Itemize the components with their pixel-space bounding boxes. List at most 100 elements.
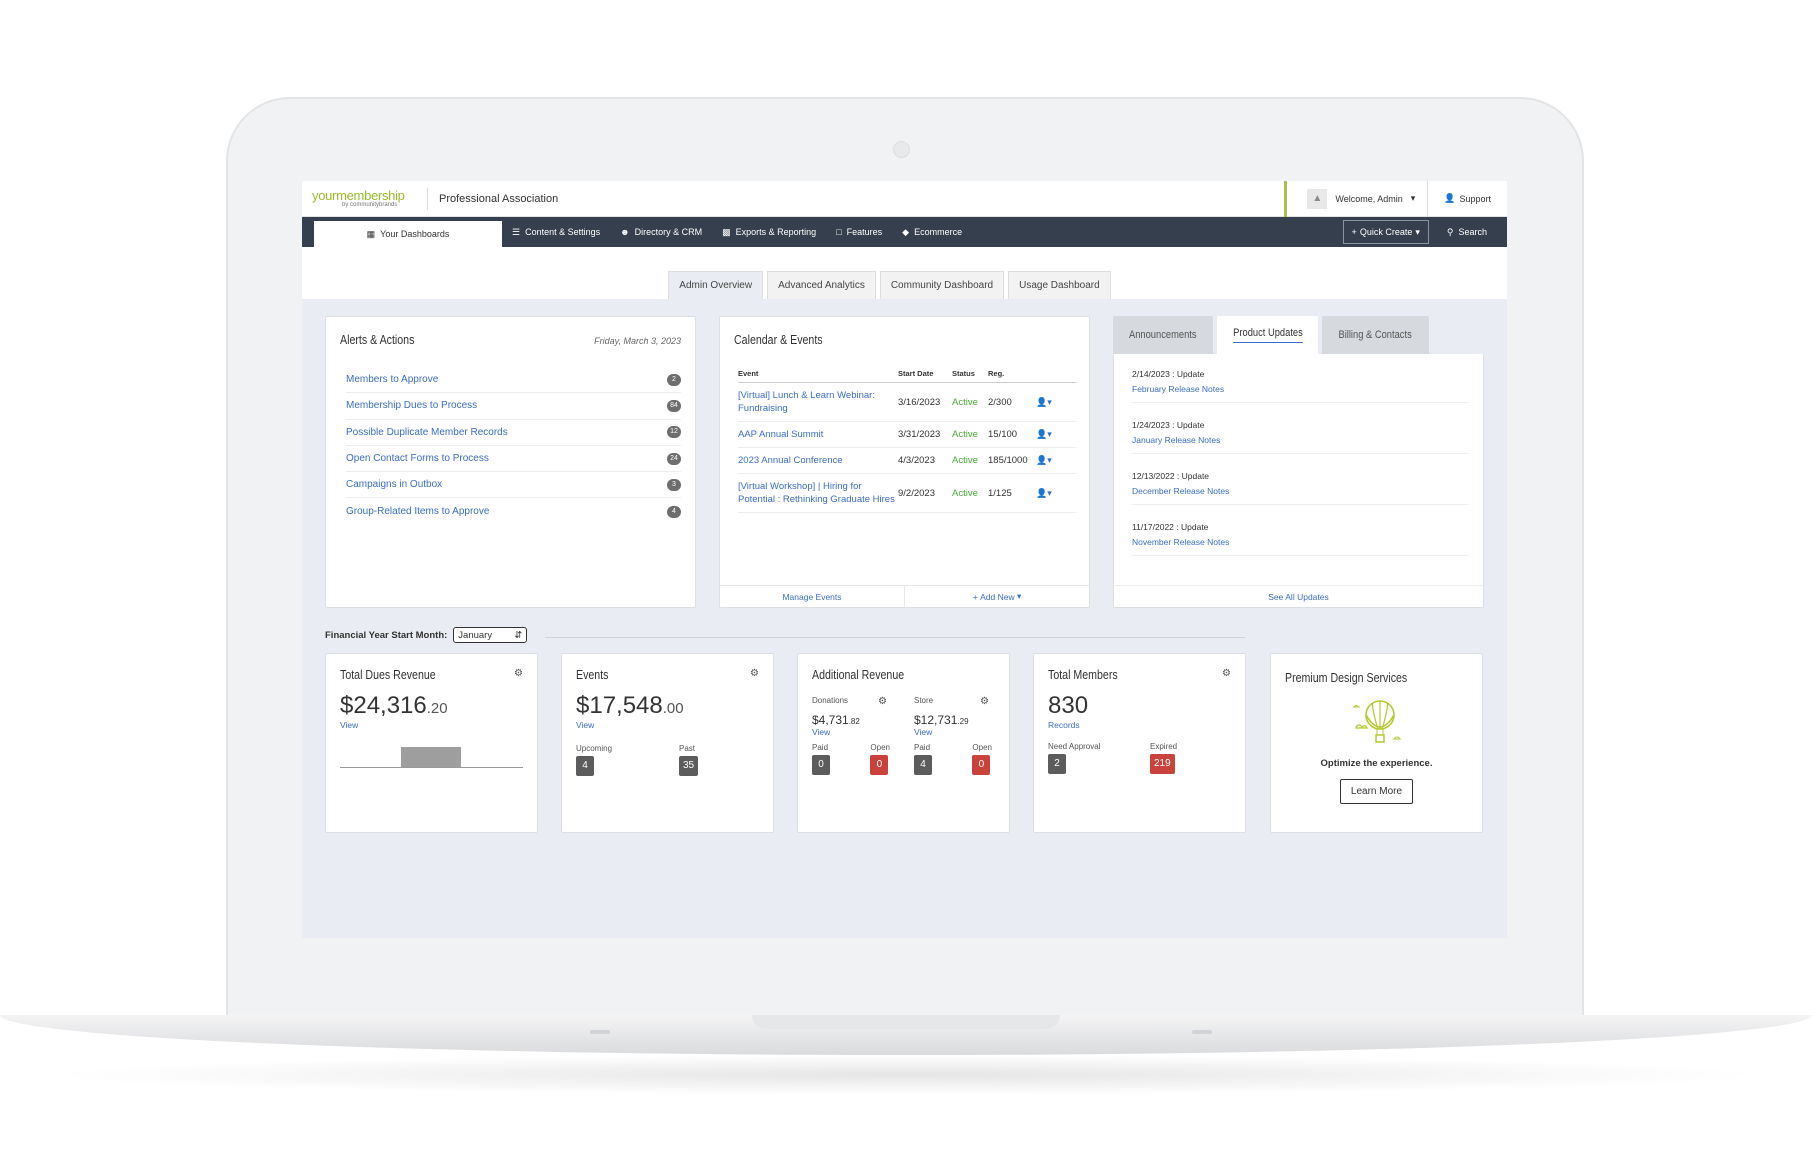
event-start: 3/16/2023 (898, 382, 952, 422)
amount-cents: .82 (848, 717, 860, 726)
welcome-label: Welcome, Admin (1335, 193, 1403, 204)
past-badge[interactable]: 35 (679, 756, 699, 776)
manage-events-link[interactable]: Manage Events (720, 586, 905, 607)
add-new-button[interactable]: + Add New ▾ (905, 586, 1089, 607)
events-table: Event Start Date Status Reg. [Virtual] L… (738, 365, 1076, 513)
quick-create-label: Quick Create (1359, 227, 1413, 237)
event-start: 9/2/2023 (898, 473, 952, 513)
main-nav: ▦ Your Dashboards ☰ Content & Settings ☻… (302, 217, 1507, 247)
registrant-menu-icon[interactable]: 👤▾ (1036, 382, 1076, 422)
list-item: Membership Dues to Process 84 (346, 393, 681, 420)
expired-badge[interactable]: 219 (1150, 754, 1175, 774)
gear-icon[interactable]: ⚙ (1222, 668, 1231, 682)
members-count: 830 (1048, 692, 1089, 719)
alert-link[interactable]: Group-Related Items to Approve (346, 506, 489, 517)
tab-advanced-analytics[interactable]: Advanced Analytics (767, 271, 876, 299)
release-notes-link[interactable]: December Release Notes (1132, 486, 1229, 496)
brand-logo[interactable]: yourmembership by communitybrands (302, 189, 427, 208)
nav-ecommerce[interactable]: ◆ Ecommerce (892, 217, 972, 247)
nav-features[interactable]: □ Features (826, 217, 892, 247)
alert-link[interactable]: Possible Duplicate Member Records (346, 427, 508, 438)
premium-tagline: Optimize the experience. (1320, 758, 1433, 769)
gear-icon[interactable]: ⚙ (750, 668, 759, 682)
quick-create-button[interactable]: + Quick Create ▾ (1342, 220, 1429, 244)
dues-bar-chart (340, 744, 523, 768)
donations-view-link[interactable]: View (812, 727, 914, 737)
gear-icon[interactable]: ⚙ (514, 668, 523, 682)
dues-view-link[interactable]: View (340, 720, 537, 730)
col-reg: Reg. (988, 365, 1036, 383)
donations-section: Donations ⚙ $4,731.82 View Paid 0 Open 0 (812, 696, 914, 775)
support-link[interactable]: 👤 Support (1427, 181, 1507, 217)
count-badge: 24 (667, 452, 681, 465)
nav-label: Exports & Reporting (735, 227, 817, 237)
past-label: Past (679, 744, 696, 753)
tab-billing-contacts[interactable]: Billing & Contacts (1322, 316, 1429, 354)
users-icon: ☻ (620, 227, 630, 237)
paid-badge[interactable]: 4 (914, 755, 932, 775)
amount-value: $17,548 (576, 692, 663, 719)
members-breakdown: Need Approval 2 Expired 219 (1048, 742, 1231, 774)
top-bar: yourmembership by communitybrands Profes… (302, 181, 1507, 217)
open-badge[interactable]: 0 (870, 755, 889, 775)
gear-icon[interactable]: ⚙ (878, 696, 887, 707)
open-badge[interactable]: 0 (972, 755, 991, 775)
need-approval-badge[interactable]: 2 (1048, 754, 1066, 774)
list-item: Possible Duplicate Member Records 12 (346, 420, 681, 446)
update-date: 2/14/2023 : Update (1132, 369, 1205, 379)
alert-link[interactable]: Members to Approve (346, 374, 438, 385)
event-link[interactable]: AAP Annual Summit (738, 428, 898, 441)
alerts-list: Members to Approve 2 Membership Dues to P… (346, 367, 681, 525)
search-button[interactable]: ⚲ Search (1437, 227, 1507, 238)
upcoming-badge[interactable]: 4 (576, 756, 594, 776)
nav-label: Features (846, 227, 883, 237)
expired-label: Expired (1150, 742, 1178, 751)
col-start-date: Start Date (898, 365, 952, 383)
tab-product-updates[interactable]: Product Updates (1216, 316, 1319, 354)
store-label: Store (914, 696, 934, 705)
alert-link[interactable]: Open Contact Forms to Process (346, 453, 489, 464)
members-records-link[interactable]: Records (1048, 720, 1245, 730)
amount-value: $12,731 (914, 713, 958, 727)
list-item: Campaigns in Outbox 3 (346, 472, 681, 499)
event-link[interactable]: [Virtual] Lunch & Learn Webinar: Fundrai… (738, 389, 898, 415)
events-view-link[interactable]: View (576, 720, 773, 730)
tab-community-dashboard[interactable]: Community Dashboard (879, 271, 1005, 299)
see-all-updates-link[interactable]: See All Updates (1114, 585, 1483, 607)
financial-year-select[interactable]: January ⇵ (453, 627, 528, 643)
gear-icon[interactable]: ⚙ (980, 696, 989, 707)
alert-link[interactable]: Membership Dues to Process (346, 400, 477, 411)
paid-badge[interactable]: 0 (812, 755, 830, 775)
nav-exports-reporting[interactable]: ▩ Exports & Reporting (712, 217, 826, 247)
event-link[interactable]: [Virtual Workshop] | Hiring for Potentia… (738, 480, 898, 506)
table-row: [Virtual Workshop] | Hiring for Potentia… (738, 473, 1076, 513)
additional-revenue-card: Additional Revenue Donations ⚙ $4,731.82… (797, 653, 1010, 833)
calendar-footer: Manage Events + Add New ▾ (720, 585, 1089, 607)
table-row: AAP Annual Summit 3/31/2023 Active 15/10… (738, 421, 1076, 448)
nav-directory-crm[interactable]: ☻ Directory & CRM (610, 217, 712, 247)
welcome-menu[interactable]: ▲ Welcome, Admin ▾ (1284, 181, 1427, 217)
nav-your-dashboards[interactable]: ▦ Your Dashboards (314, 221, 502, 247)
nav-content-settings[interactable]: ☰ Content & Settings (502, 217, 610, 247)
alerts-card: Alerts & Actions Friday, March 3, 2023 M… (325, 316, 696, 608)
store-view-link[interactable]: View (914, 727, 992, 737)
count-badge: 3 (667, 478, 681, 491)
list-item: Members to Approve 2 (346, 367, 681, 394)
list-icon: ☰ (512, 226, 521, 237)
laptop-notch (752, 1015, 1060, 1029)
release-notes-link[interactable]: January Release Notes (1132, 435, 1220, 445)
event-link[interactable]: 2023 Annual Conference (738, 454, 898, 467)
release-notes-link[interactable]: November Release Notes (1132, 537, 1229, 547)
learn-more-button[interactable]: Learn More (1339, 779, 1414, 804)
amount-value: $4,731 (812, 713, 849, 727)
alert-link[interactable]: Campaigns in Outbox (346, 479, 442, 490)
table-header-row: Event Start Date Status Reg. (738, 365, 1076, 383)
registrant-menu-icon[interactable]: 👤▾ (1036, 421, 1076, 448)
tab-usage-dashboard[interactable]: Usage Dashboard (1008, 271, 1111, 299)
calendar-title: Calendar & Events (734, 333, 823, 347)
tab-admin-overview[interactable]: Admin Overview (668, 271, 764, 299)
release-notes-link[interactable]: February Release Notes (1132, 384, 1224, 394)
registrant-menu-icon[interactable]: 👤▾ (1036, 473, 1076, 513)
tab-announcements[interactable]: Announcements (1113, 316, 1213, 354)
registrant-menu-icon[interactable]: 👤▾ (1036, 447, 1076, 474)
